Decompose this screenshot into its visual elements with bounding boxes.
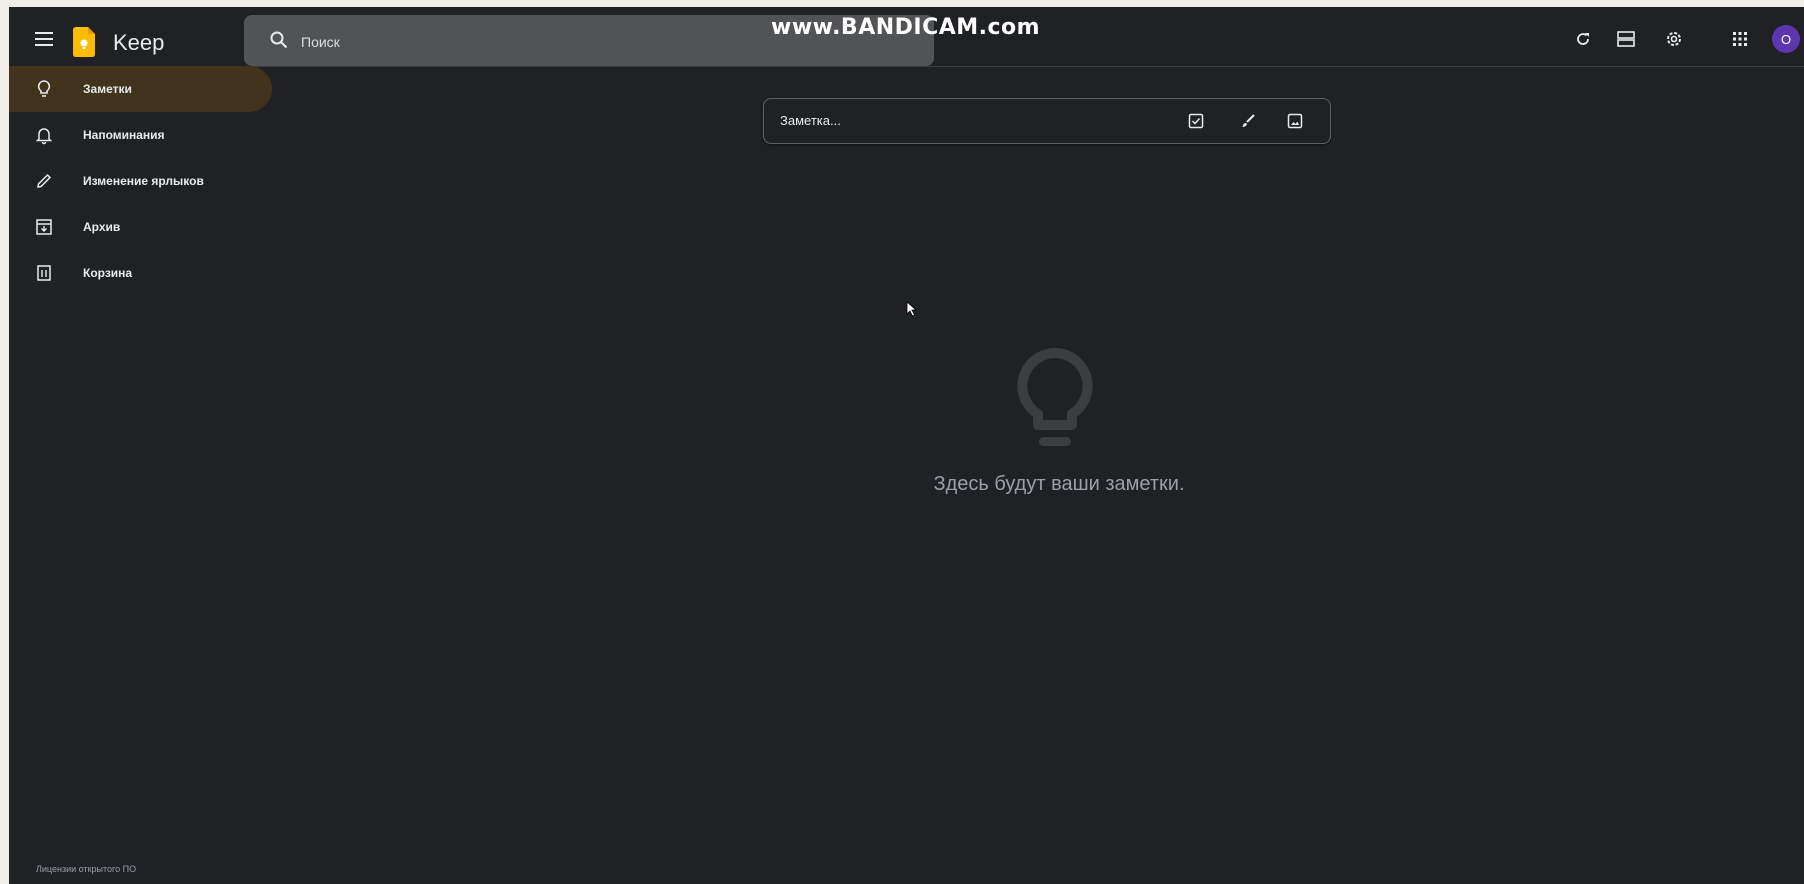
sidebar-item-trash[interactable]: Корзина bbox=[9, 250, 272, 296]
recorder-watermark: www.BANDICAM.com bbox=[771, 15, 1041, 40]
google-apps-button[interactable] bbox=[1726, 25, 1754, 53]
open-source-licenses-link[interactable]: Лицензии открытого ПО bbox=[36, 864, 136, 874]
refresh-button[interactable] bbox=[1569, 25, 1597, 53]
app-name[interactable]: Keep bbox=[113, 30, 164, 56]
refresh-icon bbox=[1577, 33, 1589, 45]
pencil-icon bbox=[37, 173, 52, 188]
keep-logo-icon[interactable] bbox=[73, 27, 95, 57]
take-note-placeholder[interactable]: Заметка... bbox=[780, 113, 841, 128]
checkbox-icon bbox=[1188, 113, 1204, 129]
list-view-icon bbox=[1617, 31, 1635, 47]
apps-grid-icon bbox=[1733, 32, 1747, 46]
hamburger-menu-icon bbox=[35, 32, 53, 46]
keep-app-window: Keep www.BANDICAM.com bbox=[9, 7, 1804, 884]
top-bar: Keep www.BANDICAM.com bbox=[9, 7, 1804, 67]
bell-icon bbox=[35, 128, 53, 145]
new-list-button[interactable] bbox=[1184, 109, 1208, 133]
empty-notes-lightbulb-icon bbox=[1017, 348, 1093, 446]
new-image-note-button[interactable] bbox=[1283, 109, 1307, 133]
empty-notes-message: Здесь будут ваши заметки. bbox=[933, 473, 1185, 495]
lightbulb-icon bbox=[37, 80, 51, 97]
sidebar-item-archive[interactable]: Архив bbox=[9, 204, 272, 250]
sidebar-item-edit-labels[interactable]: Изменение ярлыков bbox=[9, 158, 272, 204]
archive-icon bbox=[36, 219, 52, 235]
sidebar-item-label: Изменение ярлыков bbox=[83, 174, 204, 188]
search-icon[interactable] bbox=[270, 31, 288, 49]
take-note-box[interactable]: Заметка... bbox=[763, 98, 1331, 144]
settings-button[interactable] bbox=[1660, 25, 1688, 53]
sidebar-item-reminders[interactable]: Напоминания bbox=[9, 112, 272, 158]
sidebar-nav: Заметки Напоминания Изменение ярлыков Ар… bbox=[9, 66, 284, 884]
image-icon bbox=[1287, 113, 1303, 129]
main-menu-button[interactable] bbox=[27, 22, 61, 56]
gear-icon bbox=[1667, 32, 1681, 46]
sidebar-item-label: Корзина bbox=[83, 266, 133, 280]
sidebar-item-label: Напоминания bbox=[83, 128, 165, 142]
sidebar-item-notes[interactable]: Заметки bbox=[9, 66, 272, 112]
new-drawing-button[interactable] bbox=[1236, 109, 1260, 133]
brush-icon bbox=[1242, 114, 1255, 127]
sidebar-item-label: Архив bbox=[83, 220, 121, 234]
account-avatar[interactable]: O bbox=[1772, 25, 1800, 53]
trash-icon bbox=[37, 265, 51, 281]
mouse-cursor-icon bbox=[906, 301, 918, 317]
list-view-button[interactable] bbox=[1612, 25, 1640, 53]
sidebar-item-label: Заметки bbox=[83, 82, 132, 96]
